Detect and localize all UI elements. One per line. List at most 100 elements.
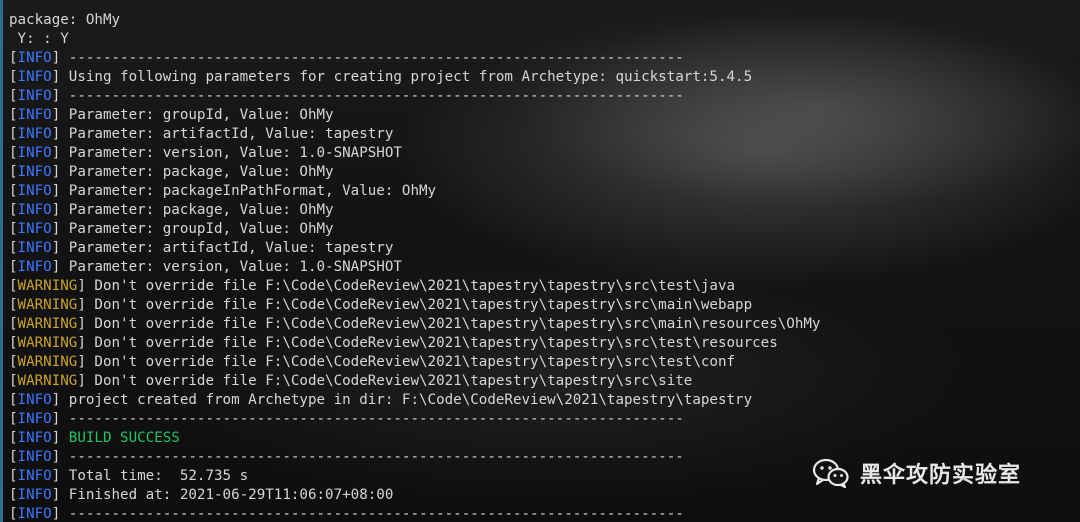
log-line: [WARNING] Don't override file F:\Code\Co… [9, 296, 820, 315]
log-level: WARNING [17, 335, 78, 351]
log-level: INFO [17, 259, 52, 275]
log-message: Don't override file F:\Code\CodeReview\2… [85, 278, 736, 294]
log-message: ----------------------------------------… [60, 50, 684, 66]
log-line: [INFO] Finished at: 2021-06-29T11:06:07+… [9, 486, 820, 505]
log-message: Parameter: version, Value: 1.0-SNAPSHOT [60, 145, 402, 161]
log-level: INFO [17, 449, 52, 465]
log-level: INFO [17, 69, 52, 85]
log-message: Parameter: artifactId, Value: tapestry [60, 126, 394, 142]
log-message: Parameter: package, Value: OhMy [60, 202, 334, 218]
log-level: INFO [17, 126, 52, 142]
log-level-tag: [INFO] [9, 240, 61, 256]
log-level: WARNING [17, 316, 78, 332]
log-message: ----------------------------------------… [60, 506, 684, 522]
log-level-tag: [WARNING] [9, 373, 86, 389]
log-message: Parameter: version, Value: 1.0-SNAPSHOT [60, 259, 402, 275]
log-level-tag: [INFO] [9, 126, 61, 142]
log-level: INFO [17, 145, 52, 161]
log-level: WARNING [17, 278, 78, 294]
log-message: Don't override file F:\Code\CodeReview\2… [85, 373, 693, 389]
log-line: [INFO] Parameter: package, Value: OhMy [9, 163, 820, 182]
log-line: [INFO] ---------------------------------… [9, 448, 820, 467]
log-message: Parameter: groupId, Value: OhMy [60, 107, 334, 123]
log-message: Total time: 52.735 s [60, 468, 249, 484]
log-level-tag: [INFO] [9, 468, 61, 484]
terminal-window[interactable]: package: OhMy Y: : Y [INFO] ------------… [0, 0, 1080, 522]
log-level: INFO [17, 392, 52, 408]
log-message: Finished at: 2021-06-29T11:06:07+08:00 [60, 487, 394, 503]
log-message: Don't override file F:\Code\CodeReview\2… [85, 297, 753, 313]
log-line: [WARNING] Don't override file F:\Code\Co… [9, 353, 820, 372]
log-level-tag: [INFO] [9, 164, 61, 180]
log-line: [INFO] ---------------------------------… [9, 505, 820, 522]
terminal-output: package: OhMy Y: : Y [INFO] ------------… [9, 11, 820, 522]
log-level-tag: [INFO] [9, 202, 61, 218]
log-message: BUILD SUCCESS [60, 430, 180, 446]
log-level-tag: [INFO] [9, 411, 61, 427]
log-level-tag: [WARNING] [9, 278, 86, 294]
log-level: INFO [17, 107, 52, 123]
log-line: [INFO] Total time: 52.735 s [9, 467, 820, 486]
prompt-line-package: package: OhMy [9, 12, 121, 28]
log-level: INFO [17, 411, 52, 427]
log-level-tag: [WARNING] [9, 316, 86, 332]
log-message: Parameter: groupId, Value: OhMy [60, 221, 334, 237]
log-level-tag: [WARNING] [9, 354, 86, 370]
log-level-tag: [WARNING] [9, 297, 86, 313]
log-message: Using following parameters for creating … [60, 69, 753, 85]
log-level-tag: [INFO] [9, 487, 61, 503]
log-line: [INFO] project created from Archetype in… [9, 391, 820, 410]
watermark-text: 黑伞攻防实验室 [860, 463, 1022, 488]
log-level: INFO [17, 240, 52, 256]
log-level: INFO [17, 88, 52, 104]
log-line: [INFO] Parameter: artifactId, Value: tap… [9, 125, 820, 144]
log-message: Don't override file F:\Code\CodeReview\2… [85, 316, 821, 332]
log-line: [INFO] Parameter: version, Value: 1.0-SN… [9, 144, 820, 163]
log-level: INFO [17, 487, 52, 503]
log-level-tag: [INFO] [9, 183, 61, 199]
log-line: [INFO] ---------------------------------… [9, 87, 820, 106]
log-level-tag: [INFO] [9, 449, 61, 465]
log-level-tag: [INFO] [9, 69, 61, 85]
log-message: project created from Archetype in dir: F… [60, 392, 753, 408]
log-level: WARNING [17, 373, 78, 389]
log-level-tag: [WARNING] [9, 335, 86, 351]
log-line: [WARNING] Don't override file F:\Code\Co… [9, 372, 820, 391]
log-line: [INFO] BUILD SUCCESS [9, 429, 820, 448]
log-level-tag: [INFO] [9, 392, 61, 408]
log-level-tag: [INFO] [9, 506, 61, 522]
log-line: [INFO] ---------------------------------… [9, 49, 820, 68]
log-message: ----------------------------------------… [60, 88, 684, 104]
log-line: [INFO] Parameter: groupId, Value: OhMy [9, 106, 820, 125]
log-level-tag: [INFO] [9, 50, 61, 66]
log-message: Don't override file F:\Code\CodeReview\2… [85, 335, 778, 351]
log-message: ----------------------------------------… [60, 411, 684, 427]
prompt-line-confirm: Y: : Y [9, 31, 69, 47]
log-level: INFO [17, 164, 52, 180]
window-left-edge [0, 0, 3, 522]
log-line: [WARNING] Don't override file F:\Code\Co… [9, 315, 820, 334]
wechat-icon [812, 458, 849, 489]
log-line: [INFO] Parameter: groupId, Value: OhMy [9, 220, 820, 239]
log-line: [INFO] Using following parameters for cr… [9, 68, 820, 87]
log-message: Parameter: package, Value: OhMy [60, 164, 334, 180]
log-level-tag: [INFO] [9, 107, 61, 123]
log-level: INFO [17, 506, 52, 522]
log-level: INFO [17, 50, 52, 66]
log-line: [INFO] Parameter: package, Value: OhMy [9, 201, 820, 220]
log-level: INFO [17, 202, 52, 218]
log-message: Don't override file F:\Code\CodeReview\2… [85, 354, 736, 370]
log-line: [INFO] Parameter: version, Value: 1.0-SN… [9, 258, 820, 277]
log-level-tag: [INFO] [9, 221, 61, 237]
log-level: WARNING [17, 354, 78, 370]
log-level-tag: [INFO] [9, 145, 61, 161]
log-message: ----------------------------------------… [60, 449, 684, 465]
log-line: [WARNING] Don't override file F:\Code\Co… [9, 334, 820, 353]
watermark: 黑伞攻防实验室 [812, 456, 1021, 490]
log-line: [INFO] Parameter: artifactId, Value: tap… [9, 239, 820, 258]
log-message: Parameter: artifactId, Value: tapestry [60, 240, 394, 256]
log-level-tag: [INFO] [9, 88, 61, 104]
log-message: Parameter: packageInPathFormat, Value: O… [60, 183, 437, 199]
log-level: INFO [17, 183, 52, 199]
log-line: [INFO] Parameter: packageInPathFormat, V… [9, 182, 820, 201]
